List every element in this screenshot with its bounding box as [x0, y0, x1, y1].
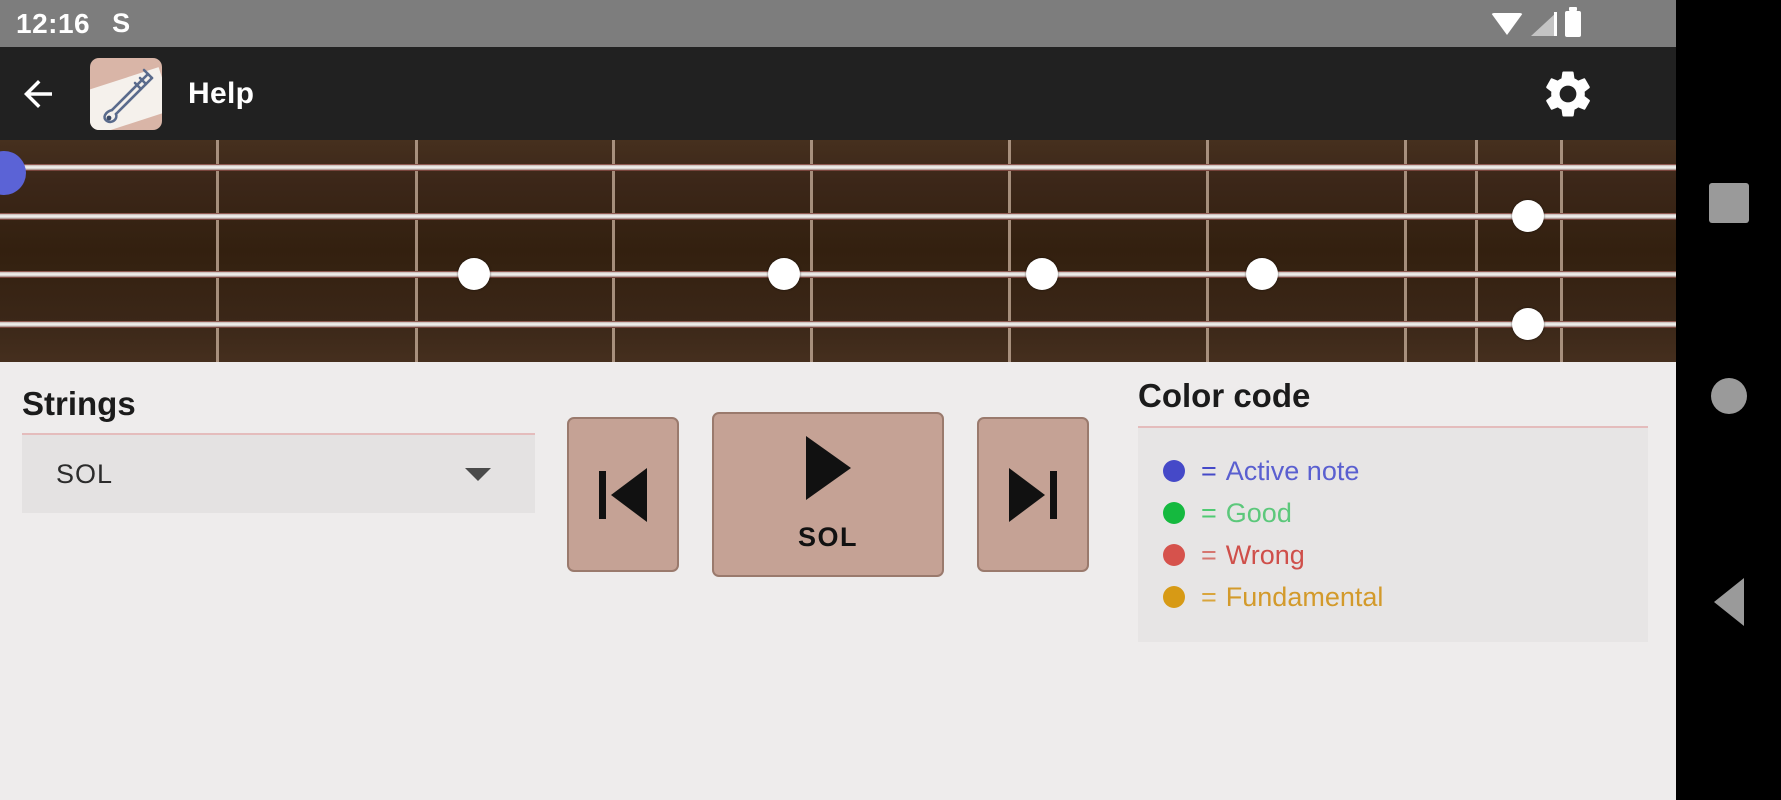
app-notification-icon: S: [112, 8, 131, 38]
square-recents-icon[interactable]: [1708, 183, 1749, 223]
app-toolbar: Help: [0, 47, 1676, 140]
legend-dot-fundamental: [1163, 586, 1185, 608]
list-item: = Active note: [1138, 450, 1648, 492]
android-navigation-bar: [1676, 0, 1781, 800]
transport-controls: SOL: [567, 412, 1089, 577]
cell-signal-icon: [1531, 11, 1557, 36]
app-screen: 12:16 S Help Strings SOL SOL Color code …: [0, 0, 1781, 800]
fret-note-dot[interactable]: [1512, 200, 1544, 232]
status-bar-clock: 12:16: [16, 7, 91, 39]
triangle-back-icon[interactable]: [1713, 578, 1744, 626]
controls-panel: Strings SOL SOL Color code = Active note…: [0, 362, 1676, 800]
legend-dot-good: [1163, 502, 1185, 524]
legend-equals: =: [1201, 497, 1217, 528]
legend-label: Good: [1225, 497, 1292, 528]
status-bar: 12:16 S: [0, 0, 1676, 47]
gear-icon[interactable]: [1540, 66, 1596, 122]
legend-label: Fundamental: [1225, 581, 1384, 612]
guitar-string[interactable]: [0, 164, 1676, 171]
strings-selected-value: SOL: [56, 458, 114, 489]
fret-note-dot[interactable]: [1026, 258, 1058, 290]
color-code-title: Color code: [1138, 377, 1311, 414]
color-code-section: Color code = Active note = Good = Wrong …: [1138, 377, 1648, 642]
legend-equals: =: [1201, 455, 1217, 486]
skip-to-end-icon: [1009, 467, 1057, 522]
fret-line: [1008, 140, 1011, 362]
legend-equals: =: [1201, 581, 1217, 612]
fret-line: [1404, 140, 1407, 362]
legend-dot-wrong: [1163, 544, 1185, 566]
fret-line: [810, 140, 813, 362]
fret-note-dot[interactable]: [1512, 308, 1544, 340]
guitar-string[interactable]: [0, 271, 1676, 278]
play-button[interactable]: SOL: [712, 412, 944, 577]
fret-note-dot[interactable]: [1246, 258, 1278, 290]
fret-line: [1560, 140, 1563, 362]
list-item: = Wrong: [1138, 534, 1648, 576]
fretboard-wood-texture: [0, 140, 1676, 362]
fret-line: [1206, 140, 1209, 362]
legend-label: Active note: [1225, 455, 1360, 486]
skip-to-start-icon: [599, 467, 647, 522]
legend-equals: =: [1201, 539, 1217, 570]
list-item: = Fundamental: [1138, 576, 1648, 618]
chevron-down-icon: [465, 467, 491, 481]
guitar-app-icon: [90, 57, 162, 130]
circle-home-icon[interactable]: [1710, 378, 1747, 414]
wifi-icon: [1491, 12, 1523, 35]
legend-label: Wrong: [1225, 539, 1305, 570]
guitar-string[interactable]: [0, 321, 1676, 328]
strings-section-title: Strings: [22, 385, 136, 422]
fret-note-dot[interactable]: [768, 258, 800, 290]
fret-line: [415, 140, 418, 362]
skip-to-end-button[interactable]: [977, 417, 1089, 572]
fret-line: [1475, 140, 1478, 362]
fret-note-dot[interactable]: [458, 258, 490, 290]
play-button-label: SOL: [797, 522, 858, 552]
strings-select[interactable]: SOL: [22, 435, 535, 513]
color-code-list: = Active note = Good = Wrong = Fundament…: [1138, 428, 1648, 642]
legend-dot-active-note: [1163, 460, 1185, 482]
page-title: Help: [188, 76, 255, 110]
status-bar-icons: [1491, 6, 1581, 37]
phone-viewport: 12:16 S Help Strings SOL SOL Color code …: [0, 0, 1676, 800]
play-icon: [805, 436, 851, 500]
back-arrow-icon[interactable]: [0, 47, 76, 140]
list-item: = Good: [1138, 492, 1648, 534]
skip-to-start-button[interactable]: [567, 417, 679, 572]
fret-line: [612, 140, 615, 362]
battery-icon: [1565, 6, 1581, 37]
fret-line: [216, 140, 219, 362]
strings-section: Strings SOL: [22, 385, 535, 513]
guitar-fretboard[interactable]: [0, 140, 1676, 362]
guitar-string[interactable]: [0, 213, 1676, 220]
